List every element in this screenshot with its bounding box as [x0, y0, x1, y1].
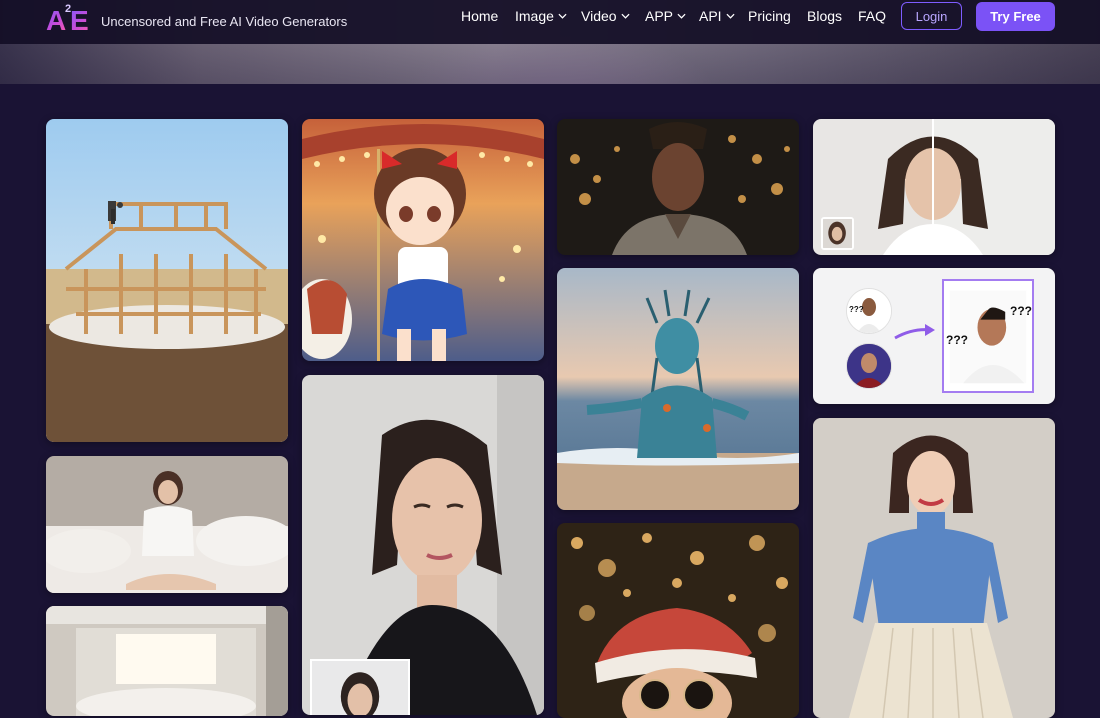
nav-image[interactable]: Image [515, 8, 567, 24]
gallery-tile-anime-carousel[interactable] [302, 119, 544, 361]
logo-letter-a: A [46, 5, 67, 36]
source-face-circle-2 [846, 343, 892, 389]
gallery-tile-sea-creature[interactable] [557, 268, 799, 510]
source-face-thumbnail-image [312, 661, 408, 715]
swap-arrow-icon [894, 324, 935, 340]
nav-video-label: Video [581, 8, 617, 24]
nav-image-label: Image [515, 8, 554, 24]
sea-creature-on-beach-image [557, 268, 799, 510]
swapped-face-result: ??? ??? [942, 279, 1034, 393]
gallery-tile-man-dreadlocks[interactable] [557, 119, 799, 255]
gallery-tile-woman-on-bed[interactable] [46, 456, 288, 593]
login-button[interactable]: Login [901, 2, 962, 30]
chevron-down-icon [621, 13, 630, 19]
nav-home[interactable]: Home [461, 8, 498, 24]
nav-faq-label: FAQ [858, 8, 887, 24]
gallery-tile-santa[interactable] [557, 523, 799, 718]
gallery-tile-woman-blue-top[interactable] [813, 418, 1055, 718]
nav-faq[interactable]: FAQ [858, 8, 886, 24]
nav-api-label: API [699, 8, 722, 24]
nav-app-label: APP [645, 8, 674, 24]
chevron-down-icon [677, 13, 686, 19]
nav-video[interactable]: Video [581, 8, 630, 24]
chevron-down-icon [726, 13, 735, 19]
santa-with-sunglasses-image [557, 523, 799, 718]
wooden-frame-construction-image [46, 119, 288, 442]
source-face-thumbnail [310, 659, 410, 715]
woman-blue-top-image [813, 418, 1055, 718]
source-face-2-image [847, 344, 891, 388]
nav-app[interactable]: APP [645, 8, 686, 24]
question-marks-label: ??? [849, 305, 864, 314]
question-marks-label: ??? [1010, 304, 1032, 318]
top-navigation-bar: A 2 E Uncensored and Free AI Video Gener… [0, 0, 1100, 44]
gallery-tile-woman-portrait[interactable] [302, 375, 544, 715]
source-face-circle-1: ??? [846, 288, 892, 334]
original-face-thumbnail-image [823, 219, 852, 248]
nav-pricing[interactable]: Pricing [748, 8, 791, 24]
try-free-button[interactable]: Try Free [976, 2, 1055, 31]
nav-home-label: Home [461, 8, 499, 24]
original-face-thumbnail [821, 217, 854, 250]
nav-pricing-label: Pricing [748, 8, 791, 24]
woman-on-bed-image [46, 456, 288, 593]
anime-girl-carousel-image [302, 119, 544, 361]
site-tagline: Uncensored and Free AI Video Generators [101, 14, 348, 29]
man-with-dreadlocks-image [557, 119, 799, 255]
nav-blogs-label: Blogs [807, 8, 843, 24]
site-logo[interactable]: A 2 E [46, 3, 92, 38]
gallery-tile-woman-before-after[interactable] [813, 119, 1055, 255]
nav-blogs[interactable]: Blogs [807, 8, 842, 24]
gallery-tile-wooden-frame[interactable] [46, 119, 288, 442]
question-marks-label: ??? [946, 333, 968, 347]
chevron-down-icon [558, 13, 567, 19]
nav-api[interactable]: API [699, 8, 735, 24]
gallery-tile-face-swap[interactable]: ??? ??? ??? [813, 268, 1055, 404]
logo-letter-e: E [70, 5, 89, 36]
